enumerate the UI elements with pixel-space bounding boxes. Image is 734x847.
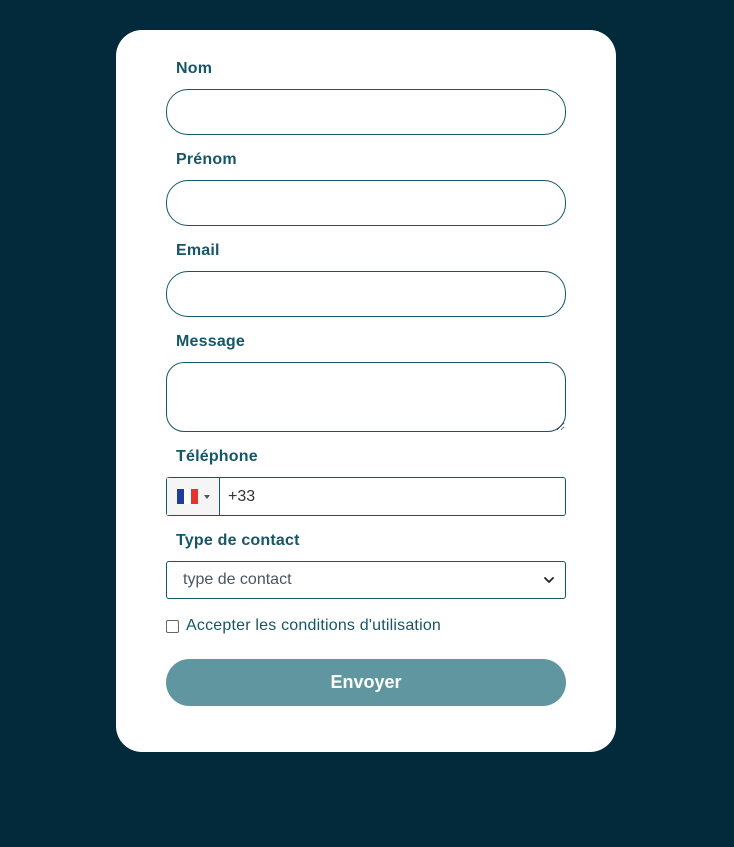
country-selector-button[interactable] <box>167 478 220 515</box>
nom-input[interactable] <box>166 89 566 135</box>
france-flag-icon <box>176 489 199 504</box>
terms-label[interactable]: Accepter les conditions d'utilisation <box>186 617 441 635</box>
telephone-label: Téléphone <box>176 448 258 465</box>
type-contact-label: Type de contact <box>176 532 300 549</box>
nom-label: Nom <box>176 60 213 77</box>
telephone-field <box>166 477 566 516</box>
email-input[interactable] <box>166 271 566 317</box>
contact-form-card: Nom Prénom Email Message Téléphone Type … <box>116 30 616 752</box>
type-contact-select[interactable]: type de contact <box>166 561 566 599</box>
terms-checkbox[interactable] <box>166 619 179 633</box>
type-contact-selected-value: type de contact <box>183 571 292 588</box>
prenom-label: Prénom <box>176 151 237 168</box>
terms-row: Accepter les conditions d'utilisation <box>166 617 441 635</box>
submit-button[interactable]: Envoyer <box>166 659 566 706</box>
caret-down-icon <box>203 494 210 499</box>
telephone-input[interactable] <box>220 478 565 515</box>
email-label: Email <box>176 242 220 259</box>
chevron-down-icon <box>544 577 554 583</box>
message-textarea[interactable] <box>166 362 566 432</box>
prenom-input[interactable] <box>166 180 566 226</box>
message-label: Message <box>176 333 245 350</box>
